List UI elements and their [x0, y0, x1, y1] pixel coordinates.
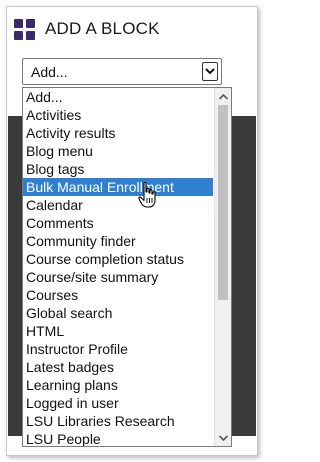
dropdown-option[interactable]: Comments — [23, 214, 213, 232]
chevron-down-icon[interactable] — [202, 62, 218, 81]
dropdown-option[interactable]: Add... — [23, 88, 213, 106]
dropdown-option[interactable]: Global search — [23, 304, 213, 322]
dropdown-scrollbar[interactable] — [214, 88, 231, 446]
dropdown-option[interactable]: LSU Libraries Research — [23, 412, 213, 430]
dropdown-option[interactable]: Community finder — [23, 232, 213, 250]
dropdown-option[interactable]: Blog menu — [23, 142, 213, 160]
dropdown-option[interactable]: Course completion status — [23, 250, 213, 268]
dropdown-option[interactable]: Course/site summary — [23, 268, 213, 286]
hand-cursor-icon — [138, 181, 156, 208]
option-list: Add... Activities Activity results Blog men… — [23, 88, 213, 446]
dropdown-option[interactable]: Latest badges — [23, 358, 213, 376]
dropdown-option[interactable]: Bulk Manual Enrollment — [23, 178, 213, 196]
block-header: ADD A BLOCK — [14, 16, 160, 42]
dropdown-option[interactable]: Blog tags — [23, 160, 213, 178]
dropdown-option[interactable]: Calendar — [23, 196, 213, 214]
dropdown-option[interactable]: Courses — [23, 286, 213, 304]
add-block-select[interactable]: Add... — [22, 58, 222, 85]
dropdown-option[interactable]: Learning plans — [23, 376, 213, 394]
scroll-up-arrow-icon[interactable] — [215, 88, 231, 105]
dropdown-option[interactable]: HTML — [23, 322, 213, 340]
scrollbar-thumb[interactable] — [218, 105, 228, 300]
dropdown-option[interactable]: Activities — [23, 106, 213, 124]
scroll-down-arrow-icon[interactable] — [215, 429, 231, 446]
dropdown-option[interactable]: Instructor Profile — [23, 340, 213, 358]
dropdown-option[interactable]: LSU People — [23, 430, 213, 446]
block-title: ADD A BLOCK — [45, 19, 160, 38]
dropdown-option[interactable]: Activity results — [23, 124, 213, 142]
select-value: Add... — [31, 63, 68, 80]
grid-icon — [14, 18, 35, 40]
block-dropdown-list[interactable]: Add... Activities Activity results Blog men… — [22, 87, 232, 447]
dropdown-option[interactable]: Logged in user — [23, 394, 213, 412]
